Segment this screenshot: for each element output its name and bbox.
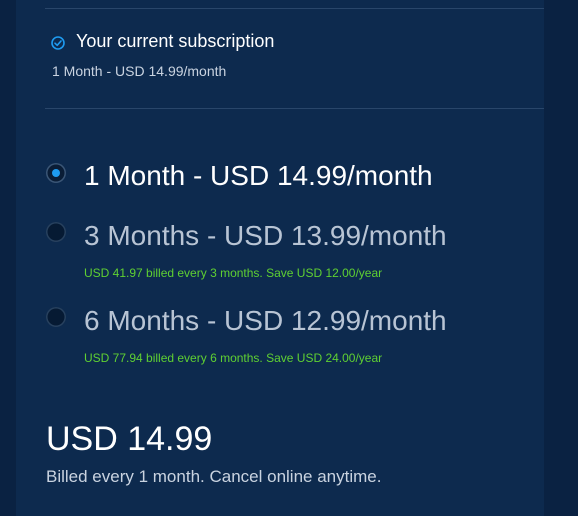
top-divider	[45, 8, 544, 9]
plan-label-3-months: 3 Months - USD 13.99/month	[84, 220, 447, 251]
plan-radio-3-months[interactable]	[46, 222, 66, 242]
left-edge	[0, 0, 16, 516]
plan-radio-6-months[interactable]	[46, 307, 66, 327]
plan-note-3-months: USD 41.97 billed every 3 months. Save US…	[84, 266, 383, 280]
plan-radio-1-month[interactable]	[46, 163, 66, 183]
plan-label-1-month: 1 Month - USD 14.99/month	[84, 160, 433, 191]
plan-label-6-months: 6 Months - USD 12.99/month	[84, 305, 447, 336]
section-divider	[45, 108, 544, 109]
current-subscription-title: Your current subscription	[76, 31, 275, 51]
check-circle-icon	[51, 36, 65, 50]
plan-note-6-months: USD 77.94 billed every 6 months. Save US…	[84, 351, 383, 365]
total-price: USD 14.99	[46, 420, 213, 458]
billing-info: Billed every 1 month. Cancel online anyt…	[46, 467, 382, 486]
right-edge	[544, 0, 578, 516]
current-subscription-value: 1 Month - USD 14.99/month	[52, 63, 227, 79]
